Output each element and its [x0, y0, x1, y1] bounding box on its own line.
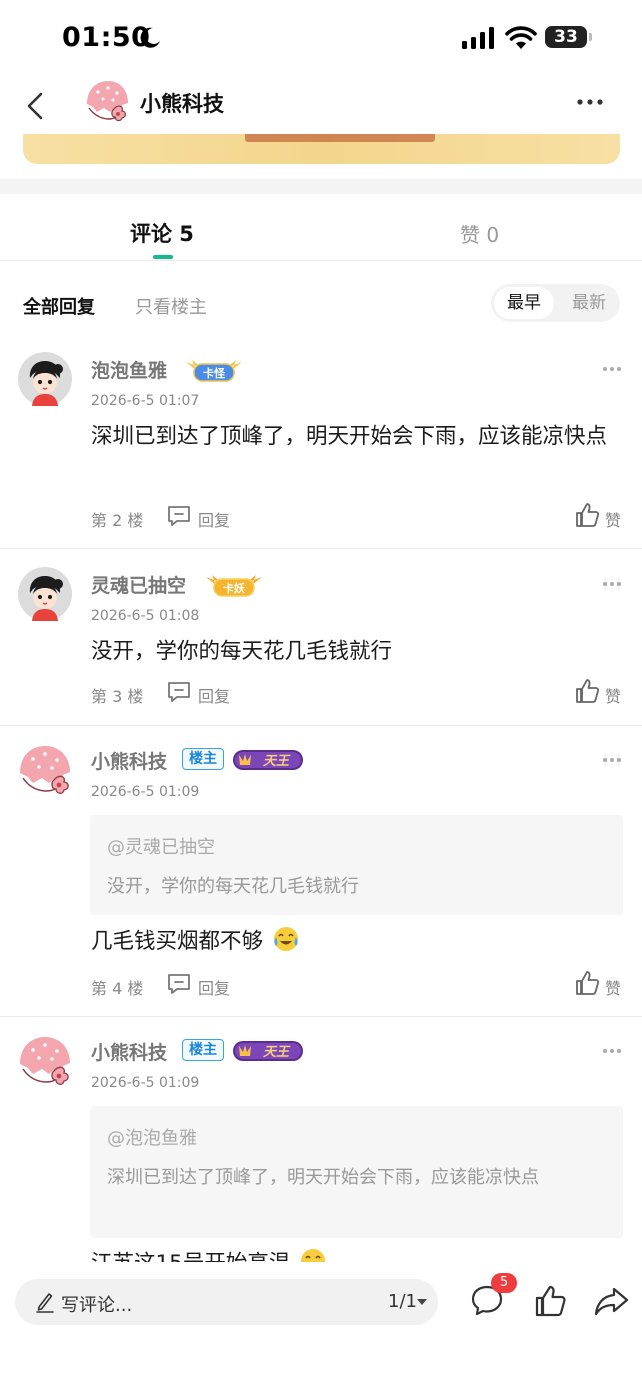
comment-item: 泡泡鱼雅 卡怪 2026-6-5 01:07 深圳已到达了顶峰了，明天开始会下雨… [0, 352, 642, 547]
page-title: 小熊科技 [140, 92, 224, 116]
comment-item: 小熊科技 楼主 天王 2026-6-5 01:09 @灵魂已抽空 没开，学你的每… [0, 743, 642, 1015]
level-badge-icon: 卡怪 [186, 360, 242, 382]
user-name[interactable]: 泡泡鱼雅 [91, 356, 167, 383]
comment-input[interactable]: 写评论... 1/1 [15, 1279, 438, 1325]
comment-time: 2026-6-5 01:09 [91, 1075, 200, 1091]
king-badge-label: 天王 [263, 754, 291, 769]
page-indicator[interactable]: 1/1 [388, 1291, 417, 1312]
moon-icon [140, 27, 160, 48]
king-badge-label: 天王 [263, 1045, 291, 1060]
comment-text: 深圳已到达了顶峰了，明天开始会下雨，应该能凉快点 [91, 424, 608, 449]
comment-text: 几毛钱买烟都不够 [91, 923, 611, 960]
comment-input-placeholder: 写评论... [61, 1295, 133, 1316]
banner-lettering [245, 134, 435, 142]
more-options-icon[interactable] [576, 98, 604, 106]
king-badge-icon: 天王 [233, 1041, 303, 1061]
user-name[interactable]: 小熊科技 [91, 747, 167, 774]
comment-time: 2026-6-5 01:07 [91, 393, 200, 409]
level-badge-icon: 卡妖 [206, 575, 262, 597]
section-divider [0, 179, 642, 194]
thumbs-up-icon[interactable] [574, 678, 600, 704]
pen-icon [36, 1293, 54, 1313]
comment-text: 江苏这15号开始高温 [91, 1245, 611, 1262]
comment-divider [0, 1016, 642, 1017]
back-arrow-icon[interactable] [22, 86, 52, 126]
comment-item: 灵魂已抽空 卡妖 2026-6-5 01:08 没开，学你的每天花几毛钱就行 第… [0, 567, 642, 722]
user-name[interactable]: 灵魂已抽空 [91, 571, 186, 598]
cellular-signal-icon [462, 27, 494, 49]
filter-owner-only[interactable]: 只看楼主 [135, 293, 207, 319]
owner-tag: 楼主 [182, 748, 224, 770]
avatar[interactable] [18, 743, 72, 797]
avatar[interactable] [18, 1034, 72, 1088]
comment-text-content: 几毛钱买烟都不够 [91, 929, 264, 954]
battery-indicator: 33 [545, 26, 587, 48]
owner-tag: 楼主 [182, 1039, 224, 1061]
avatar[interactable] [18, 352, 72, 406]
avatar[interactable] [18, 567, 72, 621]
floor-number: 第 4 楼 [91, 979, 144, 998]
tab-bar: 评论 5 赞 0 [0, 194, 642, 261]
thumbs-up-icon[interactable] [533, 1284, 567, 1318]
chevron-down-icon[interactable] [416, 1298, 428, 1306]
thumbs-up-icon[interactable] [574, 502, 600, 528]
reply-icon[interactable] [166, 505, 192, 527]
comment-more-icon[interactable] [602, 581, 622, 587]
filter-all-replies[interactable]: 全部回复 [23, 293, 95, 319]
reply-button[interactable]: 回复 [198, 507, 230, 531]
share-arrow-icon[interactable] [594, 1286, 630, 1316]
tab-comments[interactable]: 评论 5 [130, 218, 194, 248]
comment-more-icon[interactable] [602, 1048, 622, 1054]
comment-item: 小熊科技 楼主 天王 2026-6-5 01:09 @泡泡鱼雅 深圳已到达了顶峰… [0, 1034, 642, 1262]
wifi-icon [505, 26, 537, 49]
floor-number: 第 2 楼 [91, 511, 144, 530]
level-badge-label: 卡怪 [203, 366, 226, 380]
battery-tip [589, 33, 592, 41]
tab-likes[interactable]: 赞 0 [460, 219, 499, 248]
user-name[interactable]: 小熊科技 [91, 1038, 167, 1065]
reply-icon[interactable] [166, 681, 192, 703]
active-tab-indicator [153, 255, 173, 259]
sort-newest-button[interactable]: 最新 [561, 287, 617, 319]
quoted-user[interactable]: @灵魂已抽空 [107, 833, 215, 859]
crying-laughing-emoji-icon [273, 927, 298, 951]
like-button[interactable]: 赞 [605, 683, 621, 707]
king-badge-icon: 天王 [233, 750, 303, 770]
comment-divider [0, 725, 642, 726]
comment-divider [0, 548, 642, 549]
comment-time: 2026-6-5 01:09 [91, 784, 200, 800]
crying-laughing-emoji-icon [301, 1249, 326, 1262]
reply-button[interactable]: 回复 [198, 683, 230, 707]
comment-more-icon[interactable] [602, 757, 622, 763]
status-bar: 01:50 33 [0, 0, 642, 78]
thumbs-up-icon[interactable] [574, 970, 600, 996]
comment-text-content: 江苏这15号开始高温 [91, 1251, 290, 1262]
comment-text: 没开，学你的每天花几毛钱就行 [91, 639, 393, 664]
level-badge-label: 卡妖 [223, 581, 246, 595]
sort-toggle: 最早 最新 [491, 284, 620, 322]
comment-time: 2026-6-5 01:08 [91, 608, 200, 624]
nav-bar: 小熊科技 [0, 78, 642, 132]
quoted-text: 没开，学你的每天花几毛钱就行 [107, 876, 359, 897]
quoted-reply[interactable]: @灵魂已抽空 没开，学你的每天花几毛钱就行 [90, 815, 623, 915]
floor-number: 第 3 楼 [91, 687, 144, 706]
bottom-action-bar: 写评论... 1/1 5 [0, 1262, 642, 1389]
quoted-text: 深圳已到达了顶峰了，明天开始会下雨，应该能凉快点 [107, 1167, 539, 1188]
like-button[interactable]: 赞 [605, 975, 621, 999]
comment-count-badge: 5 [491, 1273, 517, 1293]
like-button[interactable]: 赞 [605, 507, 621, 531]
quoted-user[interactable]: @泡泡鱼雅 [107, 1124, 197, 1150]
reply-icon[interactable] [166, 973, 192, 995]
reply-button[interactable]: 回复 [198, 975, 230, 999]
sort-earliest-button[interactable]: 最早 [494, 287, 554, 319]
filter-row: 全部回复 只看楼主 最早 最新 [0, 282, 642, 324]
promo-banner[interactable] [23, 134, 620, 164]
comment-more-icon[interactable] [602, 366, 622, 372]
author-avatar[interactable] [84, 78, 130, 124]
quoted-reply[interactable]: @泡泡鱼雅 深圳已到达了顶峰了，明天开始会下雨，应该能凉快点 [90, 1106, 623, 1238]
